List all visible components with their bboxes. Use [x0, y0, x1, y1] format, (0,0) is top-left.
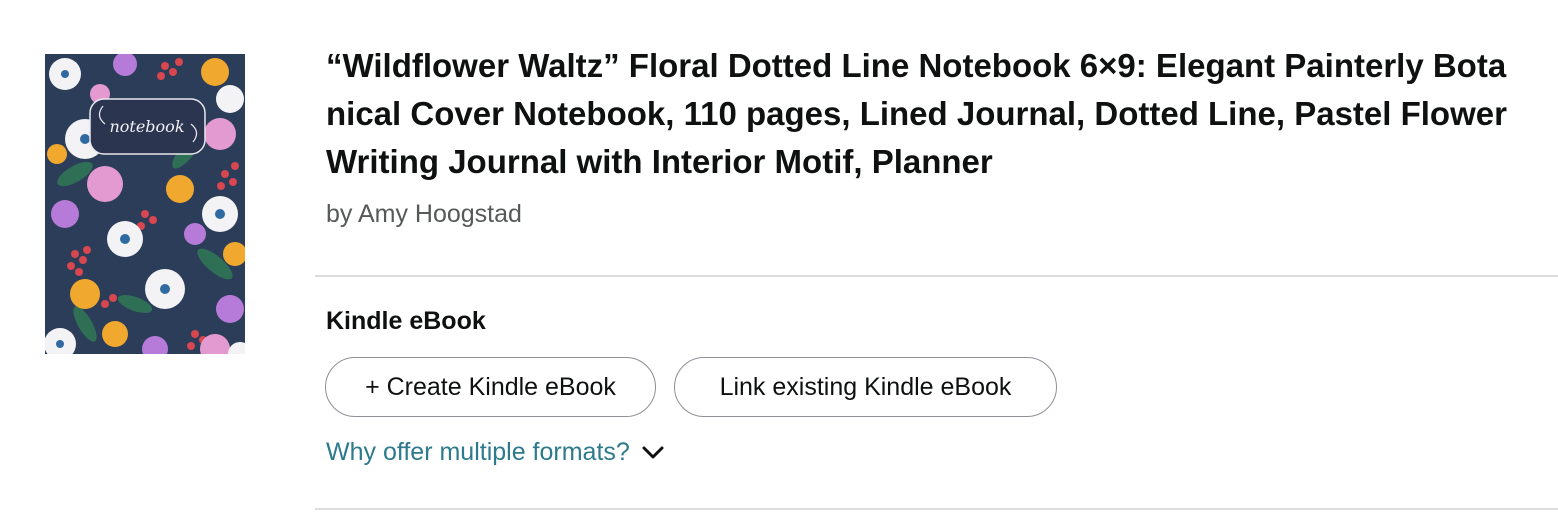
book-title: “Wildflower Waltz” Floral Dotted Line No…: [326, 47, 1507, 180]
why-multiple-formats-toggle[interactable]: Why offer multiple formats?: [326, 438, 664, 467]
chevron-down-icon: [642, 438, 664, 467]
cover-label: notebook: [109, 117, 184, 136]
link-existing-kindle-ebook-button[interactable]: Link existing Kindle eBook: [674, 357, 1057, 417]
kindle-ebook-heading: Kindle eBook: [326, 307, 486, 335]
book-cover-image: notebook: [45, 54, 245, 354]
section-divider-bottom: [315, 508, 1558, 510]
book-author: by Amy Hoogstad: [326, 200, 522, 228]
create-kindle-ebook-button[interactable]: + Create Kindle eBook: [325, 357, 656, 417]
section-divider: [315, 275, 1558, 277]
why-multiple-formats-label: Why offer multiple formats?: [326, 438, 630, 466]
